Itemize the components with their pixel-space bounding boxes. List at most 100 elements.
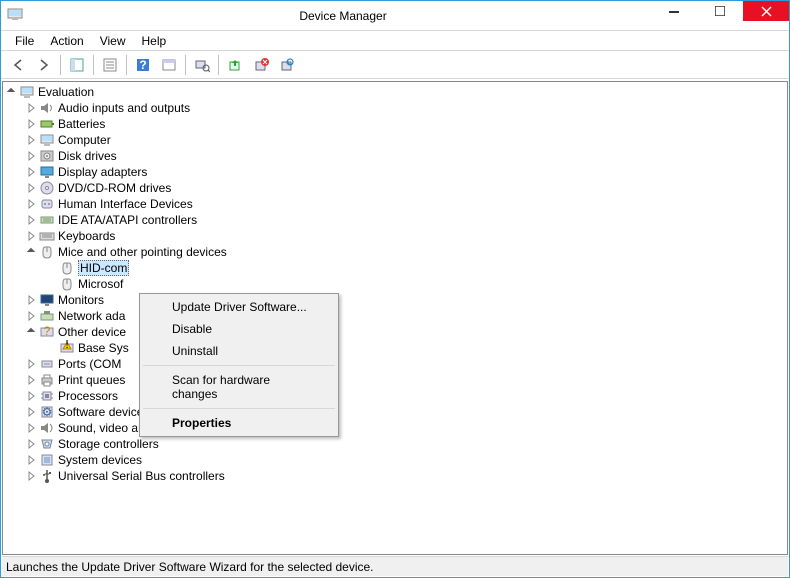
close-button[interactable] [743, 1, 789, 21]
expander-icon[interactable] [25, 198, 37, 210]
tree-node[interactable]: System devices [3, 452, 787, 468]
tree-node-label: Other device [58, 325, 126, 339]
computer-icon [39, 132, 55, 148]
expander-icon[interactable] [25, 246, 37, 258]
action-button[interactable] [157, 53, 181, 77]
tree-node-label: Processors [58, 389, 118, 403]
toolbar-separator [93, 55, 94, 75]
tree-node[interactable]: Sound, video and game controllers [3, 420, 787, 436]
warn-icon: ! [59, 340, 75, 356]
expander-icon[interactable] [25, 118, 37, 130]
software-icon: ⚙ [39, 404, 55, 420]
expander-icon[interactable] [25, 230, 37, 242]
tree-node-label: Print queues [58, 373, 125, 387]
window-title: Device Manager [35, 9, 651, 23]
tree-node[interactable]: Print queues [3, 372, 787, 388]
context-menu-item[interactable]: Scan for hardware changes [142, 369, 336, 405]
tree-node-label: Storage controllers [58, 437, 159, 451]
expander-icon[interactable] [25, 294, 37, 306]
expander-icon[interactable] [25, 214, 37, 226]
context-menu-separator [143, 365, 335, 366]
expander-icon[interactable] [25, 310, 37, 322]
toolbar-separator [60, 55, 61, 75]
maximize-button[interactable] [697, 1, 743, 21]
tree-node[interactable]: IDE ATA/ATAPI controllers [3, 212, 787, 228]
menu-help[interactable]: Help [134, 32, 175, 50]
tree-node[interactable]: Ports (COM [3, 356, 787, 372]
scan-hardware-button[interactable] [190, 53, 214, 77]
menu-view[interactable]: View [92, 32, 134, 50]
display-icon [39, 164, 55, 180]
tree-child-node[interactable]: Microsof [3, 276, 787, 292]
context-menu-item[interactable]: Disable [142, 318, 336, 340]
tree-node-label: Keyboards [58, 229, 115, 243]
context-menu-item[interactable]: Update Driver Software... [142, 296, 336, 318]
tree-node[interactable]: Batteries [3, 116, 787, 132]
tree-node[interactable]: Storage controllers [3, 436, 787, 452]
audio-icon [39, 100, 55, 116]
expander-icon[interactable] [25, 358, 37, 370]
tree-view[interactable]: Evaluation Audio inputs and outputs Batter… [2, 81, 788, 555]
expander-icon[interactable] [25, 134, 37, 146]
tree-node[interactable]: Mice and other pointing devices [3, 244, 787, 260]
tree-node[interactable]: Universal Serial Bus controllers [3, 468, 787, 484]
expander-icon[interactable] [25, 470, 37, 482]
toolbar-separator [218, 55, 219, 75]
cpu-icon [39, 388, 55, 404]
svg-text:!: ! [65, 340, 68, 351]
tree-node[interactable]: DVD/CD-ROM drives [3, 180, 787, 196]
tree-node-label: Evaluation [38, 85, 94, 99]
expander-icon[interactable] [25, 454, 37, 466]
tree-node[interactable]: Processors [3, 388, 787, 404]
minimize-button[interactable] [651, 1, 697, 21]
expander-icon[interactable] [25, 182, 37, 194]
expander-icon[interactable] [25, 326, 37, 338]
tree-child-node[interactable]: HID-com [3, 260, 787, 276]
tree-node-label: Human Interface Devices [58, 197, 193, 211]
back-button[interactable] [6, 53, 30, 77]
expander-icon[interactable] [25, 102, 37, 114]
tree-node[interactable]: Monitors [3, 292, 787, 308]
menu-action[interactable]: Action [42, 32, 91, 50]
tree-node[interactable]: Computer [3, 132, 787, 148]
tree-node[interactable]: Disk drives [3, 148, 787, 164]
tree-node-label: Batteries [58, 117, 105, 131]
forward-button[interactable] [32, 53, 56, 77]
expander-icon[interactable] [25, 166, 37, 178]
expander-icon[interactable] [25, 390, 37, 402]
tree-child-node[interactable]: !Base Sys [3, 340, 787, 356]
tree-node[interactable]: Display adapters [3, 164, 787, 180]
window-buttons [651, 1, 789, 30]
tree-node-label: Computer [58, 133, 111, 147]
storage-icon [39, 436, 55, 452]
tree-node[interactable]: Audio inputs and outputs [3, 100, 787, 116]
expander-icon[interactable] [25, 374, 37, 386]
properties-button[interactable] [98, 53, 122, 77]
expander-icon[interactable] [5, 86, 17, 98]
menu-bar: File Action View Help [1, 31, 789, 51]
disable-button[interactable] [275, 53, 299, 77]
tree-node-label: Software devices [58, 405, 149, 419]
context-menu-item[interactable]: Properties [142, 412, 336, 434]
help-button[interactable]: ? [131, 53, 155, 77]
expander-icon[interactable] [25, 438, 37, 450]
tree-root-node[interactable]: Evaluation [3, 84, 787, 100]
tree-node[interactable]: ?Other device [3, 324, 787, 340]
tree-node[interactable]: Network ada [3, 308, 787, 324]
tree-node[interactable]: Human Interface Devices [3, 196, 787, 212]
expander-icon[interactable] [25, 150, 37, 162]
tree-node[interactable]: Keyboards [3, 228, 787, 244]
expander-icon[interactable] [25, 422, 37, 434]
computer-icon [19, 84, 35, 100]
hid-icon [39, 196, 55, 212]
keyboard-icon [39, 228, 55, 244]
update-driver-button[interactable] [223, 53, 247, 77]
tree-node-label: Audio inputs and outputs [58, 101, 190, 115]
show-hide-tree-button[interactable] [65, 53, 89, 77]
expander-icon[interactable] [25, 406, 37, 418]
menu-file[interactable]: File [7, 32, 42, 50]
context-menu-item[interactable]: Uninstall [142, 340, 336, 362]
context-menu: Update Driver Software...DisableUninstal… [139, 293, 339, 437]
tree-node[interactable]: ⚙Software devices [3, 404, 787, 420]
uninstall-button[interactable] [249, 53, 273, 77]
